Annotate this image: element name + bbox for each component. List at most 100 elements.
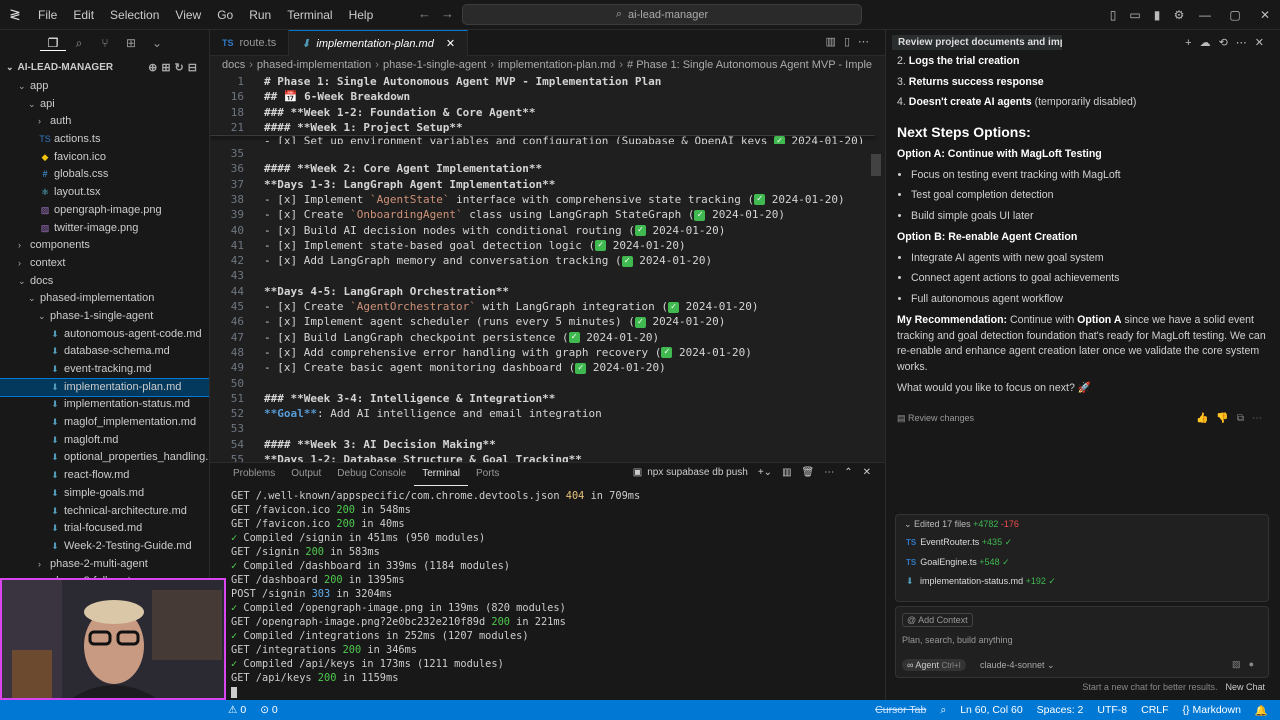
source-control-icon[interactable]: ⑂: [92, 36, 118, 50]
tree-folder[interactable]: ⌄ phase-1-single-agent: [0, 308, 209, 326]
code-line[interactable]: 44 **Days 4-5: LangGraph Orchestration**: [210, 284, 875, 299]
close-panel-icon[interactable]: ✕: [863, 467, 871, 478]
more-chevron-icon[interactable]: ⌄: [144, 36, 170, 50]
code-editor[interactable]: 1 # Phase 1: Single Autonomous Agent MVP …: [210, 74, 885, 462]
tree-folder[interactable]: ⌄ api: [0, 96, 209, 114]
add-context-button[interactable]: @ Add Context: [902, 613, 973, 627]
tree-folder[interactable]: ⌄ app: [0, 78, 209, 96]
edited-file-row[interactable]: ⬇ implementation-status.md +192 ✓: [896, 572, 1268, 592]
indentation[interactable]: Spaces: 2: [1037, 704, 1084, 717]
extensions-icon[interactable]: ⊞: [118, 36, 144, 50]
breadcrumb-item[interactable]: docs: [222, 59, 245, 71]
menu-view[interactable]: View: [167, 0, 209, 30]
edited-file-row[interactable]: TS GoalEngine.ts +548 ✓: [896, 553, 1268, 573]
workspace-title[interactable]: AI-LEAD-MANAGER: [18, 62, 114, 73]
terminal-prompt[interactable]: [231, 685, 885, 699]
search-view-icon[interactable]: ⌕: [66, 36, 92, 51]
code-line[interactable]: 35: [210, 146, 875, 161]
panel-tab-problems[interactable]: Problems: [225, 463, 283, 486]
menu-go[interactable]: Go: [209, 0, 241, 30]
tree-file[interactable]: ⬇ technical-architecture.md: [0, 503, 209, 521]
panel-tab-debug-console[interactable]: Debug Console: [329, 463, 414, 486]
zoom-icon[interactable]: ⌕: [940, 704, 946, 717]
menu-selection[interactable]: Selection: [102, 0, 167, 30]
command-center-search[interactable]: ⌕ ai-lead-manager: [462, 4, 862, 25]
code-line[interactable]: 42 - [x] Add LangGraph memory and convers…: [210, 253, 875, 268]
code-line[interactable]: 47 - [x] Build LangGraph checkpoint persi…: [210, 330, 875, 345]
tree-file[interactable]: ⬇ implementation-plan.md: [0, 377, 209, 398]
breadcrumb-item[interactable]: # Phase 1: Single Autonomous Agent MVP -…: [627, 59, 872, 71]
cursor-position[interactable]: Ln 60, Col 60: [960, 704, 1022, 717]
menu-file[interactable]: File: [30, 0, 65, 30]
tree-folder[interactable]: ⌄ phased-implementation: [0, 290, 209, 308]
code-line[interactable]: 51 ### **Week 3-4: Intelligence & Integra…: [210, 391, 875, 406]
code-line[interactable]: 50: [210, 376, 875, 391]
new-terminal-icon[interactable]: +⌄: [758, 467, 772, 478]
minimize-icon[interactable]: —: [1190, 8, 1220, 22]
nav-arrows[interactable]: ←→: [418, 6, 464, 21]
code-line[interactable]: 39 - [x] Create `OnboardingAgent` class u…: [210, 207, 875, 222]
code-line[interactable]: 54 #### **Week 3: AI Decision Making**: [210, 437, 875, 452]
editor-scrollbar[interactable]: [871, 154, 881, 176]
notifications-icon[interactable]: 🔔: [1255, 704, 1268, 717]
code-line[interactable]: 48 - [x] Add comprehensive error handling…: [210, 345, 875, 360]
tree-folder[interactable]: ⌄ docs: [0, 273, 209, 291]
editor-actions[interactable]: ▥▯⋯: [826, 35, 877, 48]
code-line[interactable]: 43: [210, 268, 875, 283]
tree-file[interactable]: ⬇ react-flow.md: [0, 467, 209, 485]
toggle-panel-icon[interactable]: ▭: [1124, 8, 1146, 22]
menu-edit[interactable]: Edit: [65, 0, 102, 30]
settings-gear-icon[interactable]: ⚙: [1168, 8, 1190, 22]
more-actions-icon[interactable]: ⋯: [824, 467, 834, 478]
tree-file[interactable]: ⬇ trial-focused.md: [0, 520, 209, 538]
back-icon[interactable]: ←: [418, 6, 441, 21]
tree-file[interactable]: ⬇ optional_properties_handling.md: [0, 449, 209, 467]
chat-input-placeholder[interactable]: Plan, search, build anything: [902, 635, 1013, 645]
sticky-line[interactable]: 18 ### **Week 1-2: Foundation & Core Agen…: [210, 104, 875, 120]
tree-file[interactable]: ▨ opengraph-image.png: [0, 202, 209, 220]
close-tab-icon[interactable]: ✕: [446, 37, 455, 50]
split-terminal-icon[interactable]: ▥: [782, 467, 791, 478]
tab-implementation-plan[interactable]: ⬇ implementation-plan.md ✕: [289, 30, 469, 56]
image-icon[interactable]: ▨: [1232, 659, 1249, 669]
panel-tab-terminal[interactable]: Terminal: [414, 463, 469, 486]
close-window-icon[interactable]: ✕: [1250, 8, 1280, 22]
chat-input[interactable]: @ Add Context Plan, search, build anythi…: [895, 606, 1269, 678]
language-mode[interactable]: {} Markdown: [1183, 704, 1241, 717]
tree-file[interactable]: ⬇ Week-2-Testing-Guide.md: [0, 538, 209, 556]
new-chat-link[interactable]: New Chat: [1225, 682, 1265, 692]
panel-tab-ports[interactable]: Ports: [468, 463, 507, 486]
menu-help[interactable]: Help: [341, 0, 382, 30]
code-line[interactable]: 55 **Days 1-2: Database Structure & Goal …: [210, 452, 875, 462]
agent-mode-button[interactable]: ∞ Agent Ctrl+I: [902, 659, 966, 671]
explorer-actions[interactable]: ⊕⊞↻⊟: [148, 61, 209, 74]
terminal-output[interactable]: GET /.well-known/appspecific/com.chrome.…: [210, 485, 885, 699]
menu-terminal[interactable]: Terminal: [279, 0, 340, 30]
chevron-down-icon[interactable]: ⌄: [6, 62, 14, 73]
breadcrumb-item[interactable]: phased-implementation: [257, 59, 371, 71]
tree-file[interactable]: ⬇ implementation-status.md: [0, 396, 209, 414]
tree-file[interactable]: TS actions.ts: [0, 131, 209, 149]
panel-tab-output[interactable]: Output: [283, 463, 329, 486]
code-line[interactable]: 52 **Goal**: Add AI intelligence and emai…: [210, 406, 875, 421]
tree-file[interactable]: ⬇ autonomous-agent-code.md: [0, 326, 209, 344]
tree-file[interactable]: ⚛ layout.tsx: [0, 184, 209, 202]
code-line[interactable]: 37 **Days 1-3: LangGraph Agent Implementa…: [210, 177, 875, 192]
tree-folder[interactable]: › auth: [0, 113, 209, 131]
code-line[interactable]: 38 - [x] Implement `AgentState` interface…: [210, 192, 875, 207]
code-line[interactable]: 41 - [x] Implement state-based goal detec…: [210, 238, 875, 253]
edited-file-row[interactable]: TS EventRouter.ts +435 ✓: [896, 533, 1268, 553]
model-selector[interactable]: claude-4-sonnet ⌄: [980, 660, 1055, 671]
code-line[interactable]: 36 #### **Week 2: Core Agent Implementati…: [210, 161, 875, 176]
menu-run[interactable]: Run: [241, 0, 279, 30]
tree-file[interactable]: ⬇ database-schema.md: [0, 343, 209, 361]
tree-file[interactable]: ⬇ maglof_implementation.md: [0, 414, 209, 432]
encoding[interactable]: UTF-8: [1097, 704, 1127, 717]
breadcrumb-item[interactable]: phase-1-single-agent: [383, 59, 486, 71]
sticky-line[interactable]: 16 ## 📅 6-Week Breakdown: [210, 89, 875, 105]
review-changes-link[interactable]: ▤ Review changes: [897, 411, 974, 427]
code-line[interactable]: 40 - [x] Build AI decision nodes with con…: [210, 223, 875, 238]
send-icon[interactable]: ●: [1249, 659, 1262, 669]
toggle-secondary-sidebar-icon[interactable]: ▮: [1146, 8, 1168, 22]
kill-terminal-icon[interactable]: 🗑: [802, 467, 815, 478]
